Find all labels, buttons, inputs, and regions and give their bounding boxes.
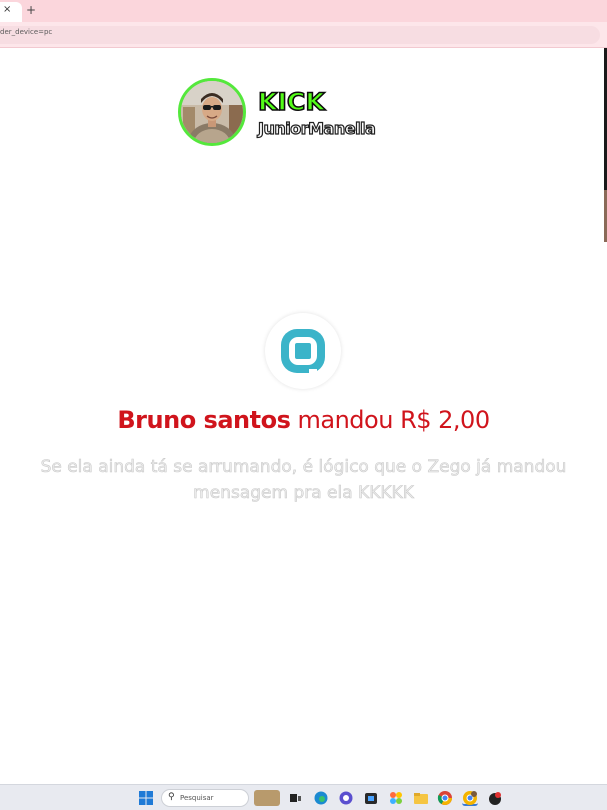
tab-bar: × + [0, 0, 607, 22]
donation-headline: Bruno santos mandou R$ 2,00 [0, 406, 607, 434]
kick-logo: KICK [257, 87, 326, 117]
taskbar-search[interactable]: ⚲ Pesquisar [161, 789, 249, 807]
taskbar: ⚲ Pesquisar [0, 784, 607, 810]
windows-start-icon[interactable] [138, 790, 154, 806]
copilot-icon[interactable] [338, 790, 354, 806]
address-bar: der_device=pc [0, 22, 607, 48]
streamer-avatar [178, 78, 246, 146]
photos-icon[interactable] [388, 790, 404, 806]
browser-tab[interactable]: × [0, 2, 22, 22]
file-explorer-icon[interactable] [413, 790, 429, 806]
donor-name: Bruno santos [117, 406, 291, 434]
edge-icon[interactable] [313, 790, 329, 806]
url-field[interactable]: der_device=pc [0, 26, 600, 44]
widget-icon[interactable] [254, 790, 280, 806]
app-icon[interactable] [487, 790, 503, 806]
donation-message: Se ela ainda tá se arrumando, é lógico q… [40, 457, 567, 504]
url-text: der_device=pc [0, 28, 53, 36]
new-tab-button[interactable]: + [26, 3, 36, 17]
livepix-logo [265, 313, 341, 389]
search-placeholder: Pesquisar [180, 794, 214, 802]
store-icon[interactable] [363, 790, 379, 806]
chrome-profile-icon[interactable] [462, 790, 478, 806]
close-tab-icon[interactable]: × [3, 4, 11, 15]
search-icon: ⚲ [168, 792, 175, 802]
donation-verb: mandou [297, 406, 394, 434]
livepix-icon [281, 329, 325, 375]
chrome-icon[interactable] [437, 790, 453, 806]
avatar-image [181, 81, 243, 143]
task-view-icon[interactable] [287, 790, 303, 806]
streamer-username: JuniorManella [257, 118, 376, 138]
donation-amount: R$ 2,00 [400, 406, 490, 434]
